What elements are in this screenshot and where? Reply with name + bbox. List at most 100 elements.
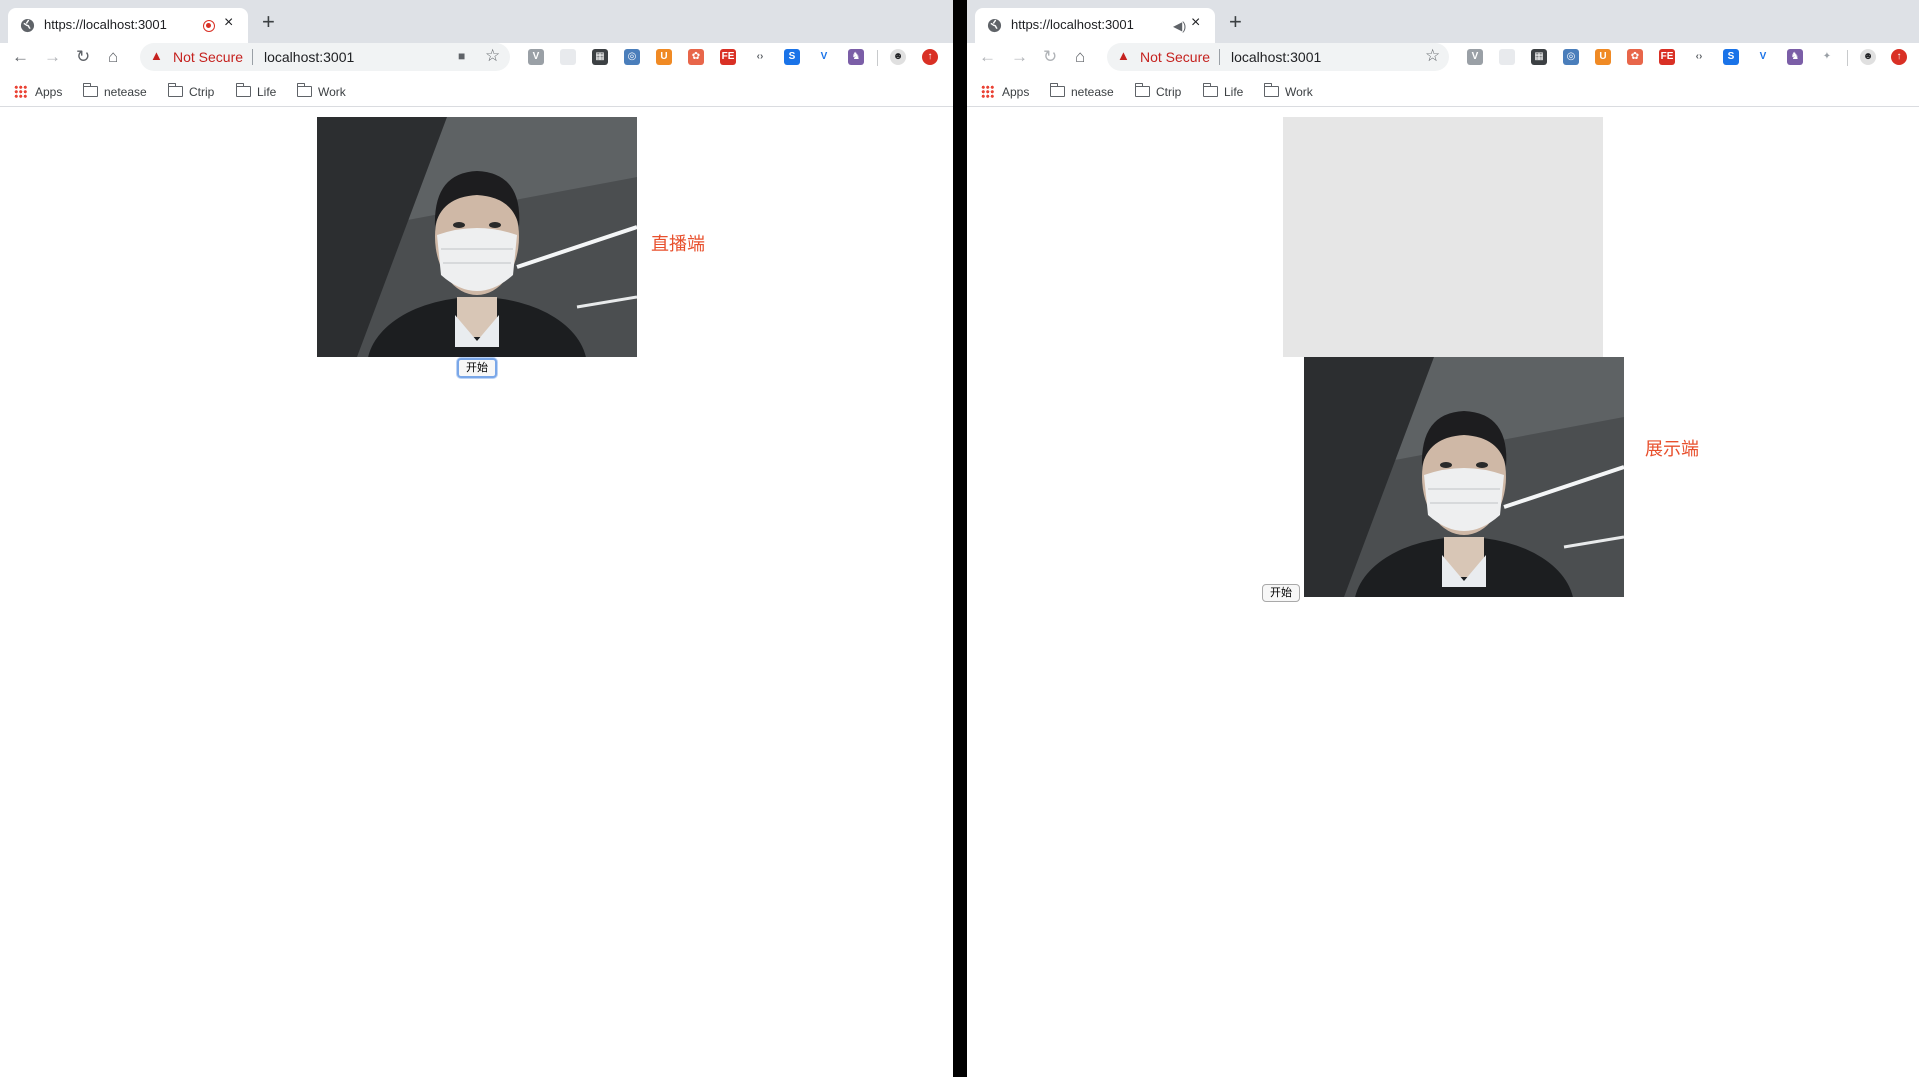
menu-alert-icon[interactable]: ↑ <box>922 49 938 65</box>
folder-icon <box>83 83 98 97</box>
tab-title: https://localhost:3001 <box>1011 17 1134 32</box>
folder-icon <box>1135 83 1150 97</box>
puzzle-extension-icon[interactable]: ✦ <box>1819 49 1835 65</box>
tab-strip: https://localhost:3001 × + <box>0 0 953 43</box>
toolbar: ← → ↻ ⌂ ▲ Not Secure localhost:3001 ■ ☆ … <box>0 43 953 72</box>
broadcaster-browser-window: https://localhost:3001 × + ← → ↻ ⌂ ▲ Not… <box>0 0 953 1077</box>
page-content: 展示端 开始 <box>967 108 1919 1077</box>
camera-icon[interactable]: ■ <box>458 49 465 63</box>
folder-icon <box>1203 83 1218 97</box>
bookmark-life[interactable]: Life <box>236 83 276 99</box>
bookmark-ctrip[interactable]: Ctrip <box>1135 83 1181 99</box>
address-bar[interactable]: ▲ Not Secure localhost:3001 ☆ <box>1107 43 1449 71</box>
local-camera-video[interactable] <box>317 117 637 357</box>
not-secure-label[interactable]: Not Secure <box>1140 49 1210 65</box>
omnibox-separator <box>252 49 253 65</box>
toolbar: ← → ↻ ⌂ ▲ Not Secure localhost:3001 ☆ V … <box>967 43 1919 72</box>
apps-grid-icon <box>981 85 994 98</box>
cat-extension-icon[interactable]: ♞ <box>848 49 864 65</box>
menu-alert-icon[interactable]: ↑ <box>1891 49 1907 65</box>
reload-icon[interactable]: ↻ <box>76 47 90 67</box>
apps-grid-icon <box>14 85 27 98</box>
broadcaster-label: 直播端 <box>651 234 705 254</box>
bookmark-life[interactable]: Life <box>1203 83 1243 99</box>
code-extension-icon[interactable]: ‹› <box>752 49 768 65</box>
network-extension-icon[interactable]: ✿ <box>1627 49 1643 65</box>
bookmark-star-icon[interactable]: ☆ <box>1425 46 1440 66</box>
vue-extension-icon[interactable]: V <box>1467 49 1483 65</box>
reload-icon[interactable]: ↻ <box>1043 47 1057 67</box>
vimeo-extension-icon[interactable]: V <box>816 49 832 65</box>
tab-strip: https://localhost:3001 ◀) × + <box>967 0 1919 43</box>
home-icon[interactable]: ⌂ <box>1075 47 1085 67</box>
new-tab-button[interactable]: + <box>1229 9 1242 35</box>
orange-extension-icon[interactable]: U <box>1595 49 1611 65</box>
profile-avatar-icon[interactable]: ☻ <box>1860 49 1876 65</box>
globe-extension-icon[interactable]: ◎ <box>1563 49 1579 65</box>
bookmark-ctrip[interactable]: Ctrip <box>168 83 214 99</box>
bookmarks-bar: Apps netease Ctrip Life Work <box>967 80 1919 107</box>
start-button[interactable]: 开始 <box>457 358 497 378</box>
bookmark-netease[interactable]: netease <box>1050 83 1114 99</box>
toolbar-separator <box>1847 50 1848 66</box>
folder-icon <box>236 83 251 97</box>
folder-icon <box>1264 83 1279 97</box>
bookmark-apps[interactable]: Apps <box>981 85 1029 99</box>
folder-icon <box>1050 83 1065 97</box>
forward-icon[interactable]: → <box>44 47 61 67</box>
url-text[interactable]: localhost:3001 <box>1231 49 1321 65</box>
remote-video[interactable] <box>1304 357 1624 597</box>
tab-title: https://localhost:3001 <box>44 17 167 32</box>
viewer-label: 展示端 <box>1645 439 1699 459</box>
not-secure-label[interactable]: Not Secure <box>173 49 243 65</box>
vue-extension-icon[interactable]: V <box>528 49 544 65</box>
address-bar[interactable]: ▲ Not Secure localhost:3001 ■ ☆ <box>140 43 510 71</box>
blank-extension-icon[interactable] <box>560 49 576 65</box>
tab-close-icon[interactable]: × <box>1191 14 1200 32</box>
qr-extension-icon[interactable]: ▦ <box>592 49 608 65</box>
bookmark-work[interactable]: Work <box>297 83 346 99</box>
globe-icon <box>987 18 1002 33</box>
vimeo-extension-icon[interactable]: V <box>1755 49 1771 65</box>
s-extension-icon[interactable]: S <box>1723 49 1739 65</box>
profile-avatar-icon[interactable]: ☻ <box>890 49 906 65</box>
toolbar-separator <box>877 50 878 66</box>
bookmark-netease[interactable]: netease <box>83 83 147 99</box>
warning-icon: ▲ <box>1117 48 1130 63</box>
url-text[interactable]: localhost:3001 <box>264 49 354 65</box>
page-content: 直播端 开始 <box>0 108 953 1077</box>
back-icon[interactable]: ← <box>979 47 996 67</box>
folder-icon <box>168 83 183 97</box>
s-extension-icon[interactable]: S <box>784 49 800 65</box>
home-icon[interactable]: ⌂ <box>108 47 118 67</box>
code-extension-icon[interactable]: ‹› <box>1691 49 1707 65</box>
folder-icon <box>297 83 312 97</box>
bookmark-work[interactable]: Work <box>1264 83 1313 99</box>
recording-icon <box>203 20 215 32</box>
viewer-browser-window: https://localhost:3001 ◀) × + ← → ↻ ⌂ ▲ … <box>967 0 1919 1077</box>
cat-extension-icon[interactable]: ♞ <box>1787 49 1803 65</box>
tab-localhost[interactable]: https://localhost:3001 × <box>8 8 248 43</box>
warning-icon: ▲ <box>150 48 163 63</box>
forward-icon[interactable]: → <box>1011 47 1028 67</box>
audio-playing-icon[interactable]: ◀) <box>1173 19 1186 33</box>
new-tab-button[interactable]: + <box>262 9 275 35</box>
bookmark-apps[interactable]: Apps <box>14 85 62 99</box>
tab-close-icon[interactable]: × <box>224 14 233 32</box>
start-button[interactable]: 开始 <box>1262 584 1300 602</box>
local-video-placeholder[interactable] <box>1283 117 1603 357</box>
globe-icon <box>20 18 35 33</box>
tab-localhost[interactable]: https://localhost:3001 ◀) × <box>975 8 1215 43</box>
bookmark-star-icon[interactable]: ☆ <box>485 46 500 66</box>
globe-extension-icon[interactable]: ◎ <box>624 49 640 65</box>
blank-extension-icon[interactable] <box>1499 49 1515 65</box>
network-extension-icon[interactable]: ✿ <box>688 49 704 65</box>
orange-extension-icon[interactable]: U <box>656 49 672 65</box>
back-icon[interactable]: ← <box>12 47 29 67</box>
qr-extension-icon[interactable]: ▦ <box>1531 49 1547 65</box>
fe-extension-icon[interactable]: FE <box>720 49 736 65</box>
omnibox-separator <box>1219 49 1220 65</box>
fe-extension-icon[interactable]: FE <box>1659 49 1675 65</box>
window-divider <box>953 0 967 1077</box>
bookmarks-bar: Apps netease Ctrip Life Work <box>0 80 953 107</box>
